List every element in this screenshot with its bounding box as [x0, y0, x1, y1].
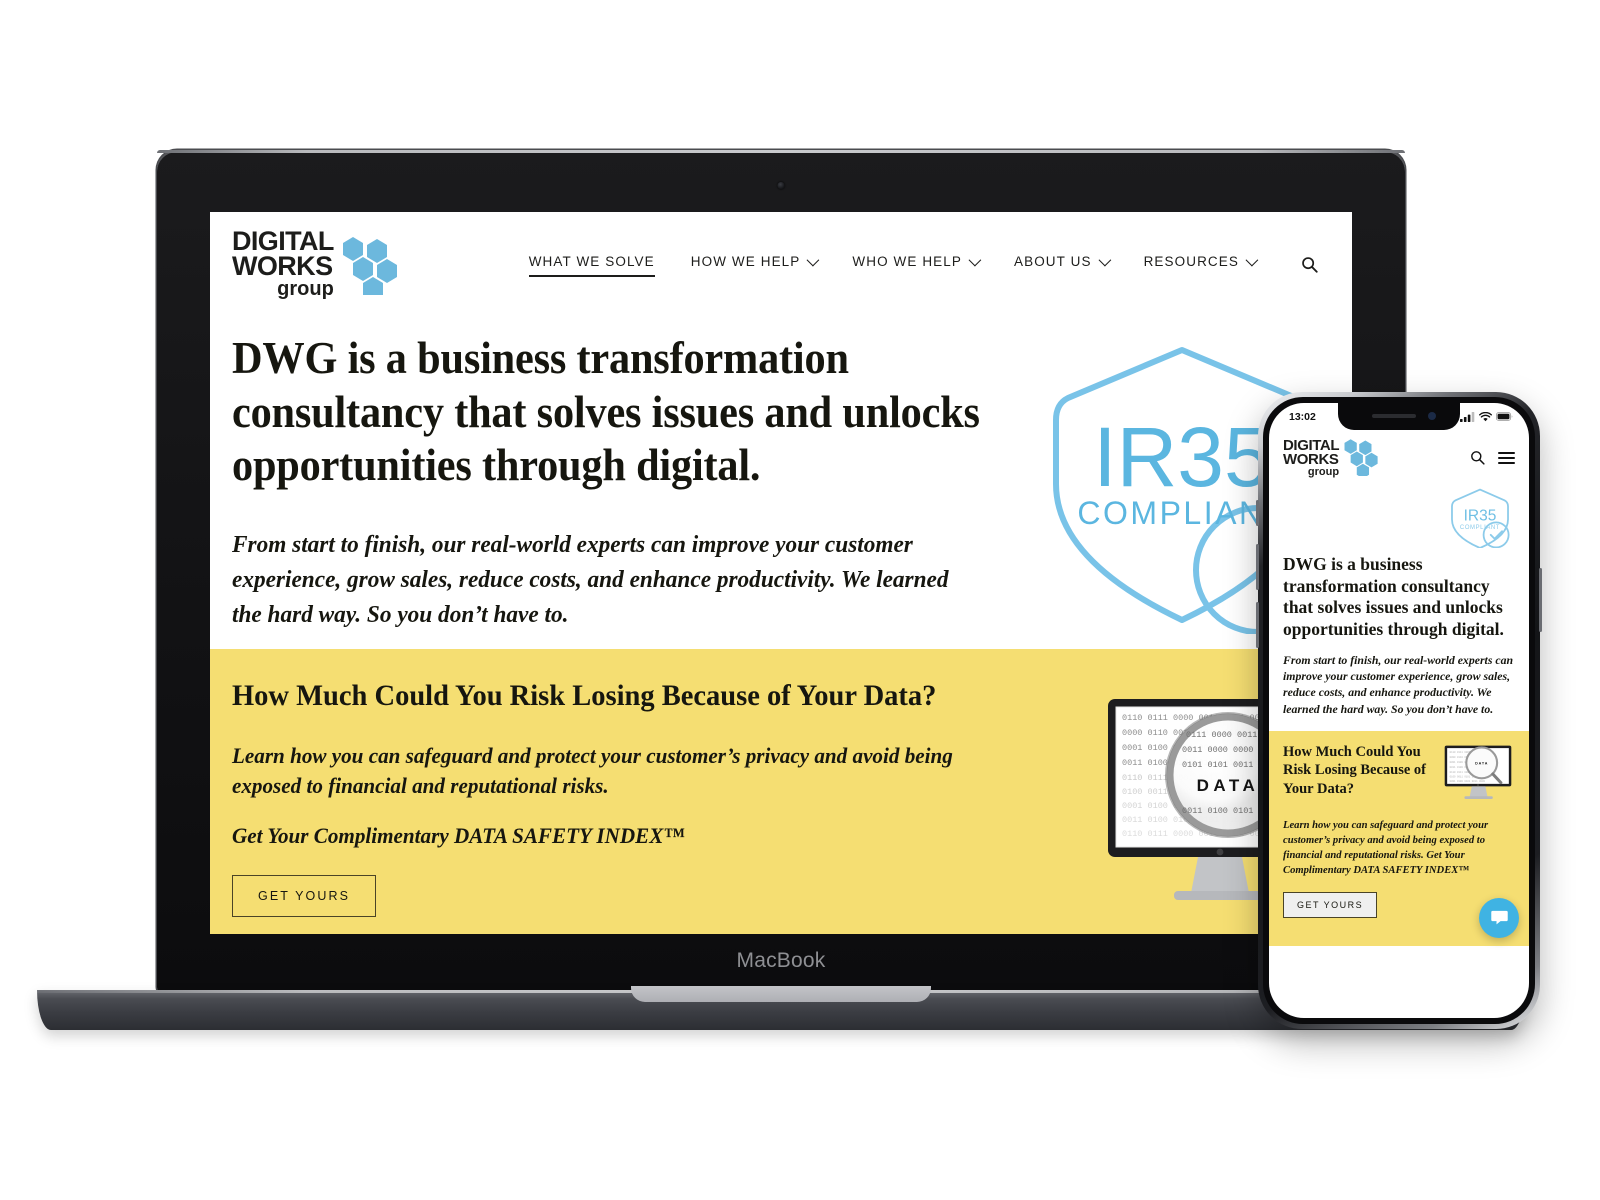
logo[interactable]: DIGITAL WORKS group — [232, 228, 397, 301]
mobile-header: DIGITAL WORKS group — [1269, 430, 1529, 484]
hamburger-menu-button[interactable] — [1498, 449, 1515, 468]
mute-switch[interactable] — [1256, 500, 1259, 526]
iphone-frame: 13:02 DIGITAL WORKS group IR35 COMPLIANT… — [1256, 392, 1542, 1029]
mobile-ir35-badge: IR35 COMPLIANT — [1269, 484, 1529, 548]
status-icons — [1460, 411, 1513, 422]
mobile-hero: DWG is a business transformation consult… — [1269, 548, 1529, 717]
site-header: DIGITAL WORKS group WHAT WE SOLVE HOW WE… — [210, 212, 1352, 316]
menu-bar — [1498, 462, 1515, 465]
mobile-get-yours-button[interactable]: GET YOURS — [1283, 891, 1378, 918]
chat-widget-button[interactable] — [1479, 897, 1519, 938]
nav-item-what-we-solve[interactable]: WHAT WE SOLVE — [528, 254, 655, 277]
nav-label: RESOURCES — [1143, 254, 1239, 269]
hero-subtitle: From start to finish, our real-world exp… — [232, 530, 949, 628]
nav-item-about-us[interactable]: ABOUT US — [1014, 253, 1111, 274]
svg-text:0101 0101 0011: 0101 0101 0011 — [1182, 760, 1253, 770]
device-mockup-scene: MacBook DIGITAL WORKS group WHAT WE SOLV… — [0, 0, 1600, 1200]
cta-paragraph: Learn how you can safeguard and protect … — [232, 743, 953, 798]
signal-icon — [1460, 411, 1475, 422]
primary-navigation: WHAT WE SOLVE HOW WE HELP WHO WE HELP AB… — [528, 253, 1318, 277]
status-bar: 13:02 — [1269, 403, 1529, 430]
nav-item-how-we-help[interactable]: HOW WE HELP — [690, 253, 820, 274]
mobile-search-button[interactable] — [1470, 450, 1485, 466]
battery-icon — [1496, 412, 1513, 421]
status-time: 13:02 — [1289, 410, 1316, 423]
chevron-down-icon — [1098, 253, 1111, 267]
svg-text:0011 0100 0101: 0011 0100 0101 — [1182, 806, 1253, 816]
menu-bar — [1498, 451, 1515, 454]
macbook-trackpad-notch — [631, 986, 931, 1002]
hexagon-cluster-icon — [342, 236, 397, 295]
mobile-page-title: DWG is a business transformation consult… — [1283, 554, 1504, 640]
volume-up-button[interactable] — [1256, 544, 1259, 590]
svg-text:0111 0000 0011: 0111 0000 0011 — [1186, 730, 1257, 740]
mobile-cta-paragraph: Learn how you can safeguard and protect … — [1283, 819, 1489, 876]
mobile-cta-band: How Much Could You Risk Losing Because o… — [1269, 730, 1529, 946]
wifi-icon — [1479, 411, 1492, 421]
logo-line-2: WORKS — [1283, 450, 1339, 468]
mobile-logo-wordmark: DIGITAL WORKS group — [1283, 437, 1340, 479]
power-button[interactable] — [1539, 568, 1542, 632]
mobile-cta-title: How Much Could You Risk Losing Because o… — [1283, 743, 1427, 797]
nav-label: HOW WE HELP — [690, 254, 801, 269]
illustration-screen-word: DATA — [1475, 762, 1488, 766]
webcam-icon — [777, 182, 785, 189]
search-icon — [1302, 256, 1318, 273]
cta-band: How Much Could You Risk Losing Because o… — [210, 649, 1352, 934]
mobile-hero-subtitle: From start to finish, our real-world exp… — [1283, 652, 1514, 716]
hexagon-cluster-icon — [1344, 439, 1378, 476]
page-title: DWG is a business transformation consult… — [232, 333, 980, 491]
mobile-logo[interactable]: DIGITAL WORKS group — [1283, 437, 1378, 479]
search-button[interactable] — [1301, 256, 1318, 273]
svg-text:0011 0000 0000: 0011 0000 0000 — [1182, 745, 1253, 755]
macbook-screen: DIGITAL WORKS group WHAT WE SOLVE HOW WE… — [210, 212, 1352, 934]
svg-text:0001 0100 0101 0011 0000: 0001 0100 0101 0011 0000 — [1450, 780, 1486, 783]
nav-item-who-we-help[interactable]: WHO WE HELP — [852, 253, 982, 274]
chevron-down-icon — [1245, 253, 1259, 267]
iphone-bezel: 13:02 DIGITAL WORKS group IR35 COMPLIANT… — [1263, 397, 1535, 1024]
nav-label: WHO WE HELP — [852, 254, 962, 269]
logo-line-2: WORKS — [232, 251, 333, 282]
logo-wordmark: DIGITAL WORKS group — [232, 228, 334, 301]
chat-bubble-icon — [1490, 911, 1508, 925]
illustration-screen-word: DATA — [1197, 776, 1260, 795]
badge-line-1: IR35 — [1464, 508, 1497, 525]
menu-bar — [1498, 457, 1515, 459]
nav-label: ABOUT US — [1014, 254, 1092, 269]
volume-down-button[interactable] — [1256, 602, 1259, 648]
chevron-down-icon — [806, 253, 820, 267]
macbook-device: MacBook DIGITAL WORKS group WHAT WE SOLV… — [37, 150, 1525, 1030]
nav-label: WHAT WE SOLVE — [528, 254, 655, 269]
mobile-cta-top-row: How Much Could You Risk Losing Because o… — [1283, 743, 1515, 805]
nav-item-resources[interactable]: RESOURCES — [1143, 253, 1259, 274]
badge-line-1: IR35 — [1093, 410, 1270, 504]
logo-line-3: group — [1307, 466, 1340, 478]
macbook-lid: MacBook DIGITAL WORKS group WHAT WE SOLV… — [157, 150, 1405, 995]
mobile-header-icons — [1470, 449, 1515, 468]
website-viewport: DIGITAL WORKS group WHAT WE SOLVE HOW WE… — [210, 212, 1352, 934]
badge-line-2: COMPLIANT — [1460, 525, 1500, 531]
chevron-down-icon — [968, 253, 982, 267]
macbook-brand-label: MacBook — [736, 949, 826, 972]
search-icon — [1471, 451, 1485, 466]
get-yours-button[interactable]: GET YOURS — [232, 874, 377, 917]
logo-line-3: group — [277, 278, 334, 301]
iphone-device: 13:02 DIGITAL WORKS group IR35 COMPLIANT… — [1256, 392, 1542, 1029]
iphone-screen: 13:02 DIGITAL WORKS group IR35 COMPLIANT… — [1269, 403, 1529, 1018]
mobile-data-illustration: 0110 0111 0000 0011 0101 0000 0110 0011 … — [1444, 745, 1512, 799]
